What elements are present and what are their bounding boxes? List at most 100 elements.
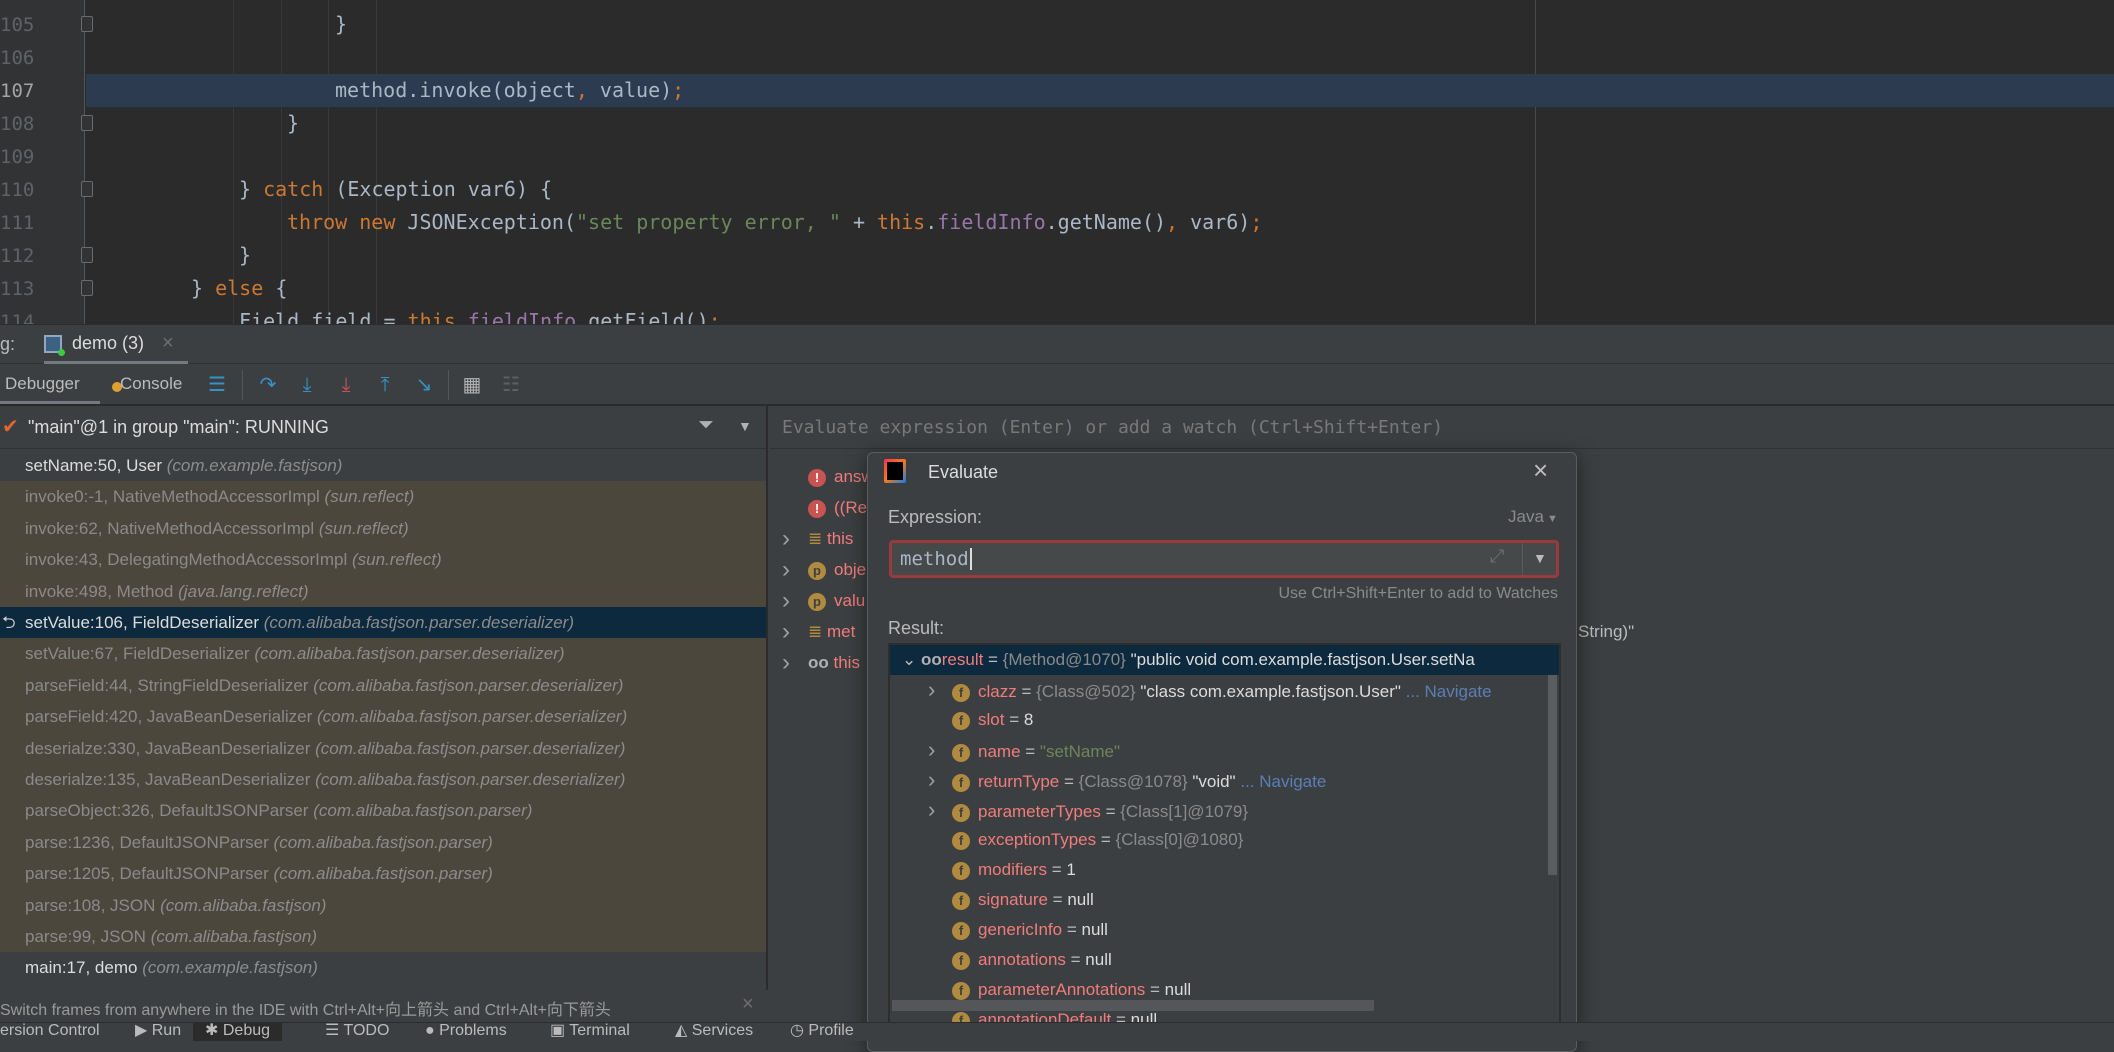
variable-row[interactable]: ! answ (808, 461, 874, 492)
frame-package: (sun.reflect) (324, 487, 415, 507)
trace-stream-icon[interactable]: ☷ (500, 373, 522, 397)
fold-marker-icon[interactable] (81, 16, 93, 32)
field-row[interactable]: f signature = null (890, 885, 1559, 915)
field-row[interactable]: › f name = "setName" (890, 735, 1559, 765)
code-line: } catch (Exception var6) { (86, 173, 2114, 206)
expand-chevron-icon[interactable]: › (928, 765, 952, 795)
field-row[interactable]: f annotations = null (890, 945, 1559, 975)
expand-chevron-icon[interactable]: › (782, 525, 790, 553)
history-dropdown-icon[interactable]: ▼ (1533, 550, 1547, 566)
line-number: 114 (0, 311, 35, 324)
dropdown-icon[interactable]: ▼ (738, 418, 752, 434)
stack-frame[interactable]: parseObject:326, DefaultJSONParser (com.… (0, 795, 766, 827)
stack-frame[interactable]: parseField:44, StringFieldDeserializer (… (0, 669, 766, 702)
tab-console[interactable]: Console (110, 364, 190, 404)
field-row[interactable]: f exceptionTypes = {Class[0]@1080} (890, 825, 1559, 855)
expand-chevron-icon[interactable]: › (782, 618, 790, 646)
field-row[interactable]: f modifiers = 1 (890, 855, 1559, 885)
stack-frame[interactable]: ⮌ setValue:106, FieldDeserializer (com.al… (0, 607, 766, 639)
frames-list: setName:50, User (com.example.fastjson) i… (0, 450, 766, 1006)
result-row[interactable]: ⌄ ooresult = {Method@1070} "public void … (890, 645, 1559, 675)
code-line: throw new JSONException("set property er… (86, 206, 2114, 239)
field-row[interactable]: f genericInfo = null (890, 915, 1559, 945)
field-row[interactable]: › f clazz = {Class@502} "class com.example… (890, 675, 1559, 705)
field-row[interactable]: f slot = 8 (890, 705, 1559, 735)
variable-row[interactable]: ! ((Re (808, 492, 867, 523)
watch-placeholder: Evaluate expression (Enter) or add a wat… (782, 417, 1444, 438)
stack-frame[interactable]: deserialze:330, JavaBeanDeserializer (co… (0, 732, 766, 764)
fold-marker-icon[interactable] (81, 181, 93, 197)
expand-chevron-icon[interactable]: › (928, 735, 952, 765)
expand-chevron-icon[interactable]: › (782, 587, 790, 615)
close-tab-icon[interactable]: × (162, 332, 174, 355)
expand-chevron-icon[interactable]: › (782, 649, 790, 677)
session-tab[interactable]: demo (3) × (44, 325, 188, 365)
tool-window-terminal[interactable]: ▣ Terminal (550, 1023, 630, 1041)
expand-chevron-icon[interactable]: › (782, 556, 790, 584)
navigate-link[interactable]: ... Navigate (1406, 682, 1492, 701)
fold-marker-icon[interactable] (81, 247, 93, 263)
tab-debugger[interactable]: Debugger (0, 364, 100, 404)
step-out-icon[interactable]: ⤒ (374, 373, 396, 397)
evaluate-expression-icon[interactable]: ▦ (461, 373, 483, 397)
stack-frame[interactable]: parse:99, JSON (com.alibaba.fastjson) (0, 921, 766, 953)
stack-frame[interactable]: parse:1236, DefaultJSONParser (com.aliba… (0, 826, 766, 859)
force-step-into-icon[interactable]: ⤓ (335, 373, 357, 397)
expand-icon[interactable]: ⤢ (1490, 546, 1504, 567)
code-editor[interactable]: 105 106 107 108 109 110 111 112 113 114 } method.i… (0, 0, 2114, 324)
step-over-icon[interactable]: ↷ (257, 373, 279, 397)
variable-row[interactable]: ≣ this (808, 523, 853, 554)
stack-frame[interactable]: parse:108, JSON (com.alibaba.fastjson) (0, 889, 766, 921)
thread-selector[interactable]: ✔ "main"@1 in group "main": RUNNING ⏷ ▼ (0, 406, 766, 449)
close-tip-icon[interactable]: × (742, 993, 754, 1016)
stack-frame[interactable]: parse:1205, DefaultJSONParser (com.aliba… (0, 858, 766, 890)
run-to-cursor-icon[interactable]: ↘ (413, 373, 435, 397)
debug-tool-window-header: g: demo (3) × (0, 324, 2114, 365)
tool-window-debug[interactable]: ✱ Debug (193, 1023, 283, 1041)
fold-marker-icon[interactable] (81, 280, 93, 296)
tool-window-ersion-control[interactable]: ersion Control (0, 1023, 100, 1041)
language-selector[interactable]: Java ▼ (1508, 507, 1558, 527)
stack-frame[interactable]: setName:50, User (com.example.fastjson) (0, 450, 766, 481)
variable-name: obje (834, 560, 867, 579)
expand-chevron-icon[interactable]: › (928, 675, 952, 705)
close-dialog-icon[interactable]: × (1533, 455, 1548, 486)
field-icon: f (952, 773, 970, 792)
variable-row[interactable]: oo this (808, 647, 860, 678)
stack-frame[interactable]: setValue:67, FieldDeserializer (com.alib… (0, 638, 766, 670)
step-into-icon[interactable]: ⤓ (296, 373, 318, 397)
field-row[interactable]: › f parameterTypes = {Class[1]@1079} (890, 795, 1559, 825)
fold-marker-icon[interactable] (81, 115, 93, 131)
variable-row[interactable]: ≣ met (808, 616, 855, 647)
collapse-chevron-icon[interactable]: ⌄ (902, 650, 921, 669)
tab-console-label: Console (120, 374, 183, 393)
field-row[interactable]: › f returnType = {Class@1078} "void" ... N… (890, 765, 1559, 795)
variable-row[interactable]: p obje (808, 554, 866, 585)
tool-window-run[interactable]: ▶ Run (135, 1023, 181, 1041)
stack-frame[interactable]: invoke:43, DelegatingMethodAccessorImpl … (0, 544, 766, 576)
tool-window-services[interactable]: ◭ Services (675, 1023, 753, 1041)
stack-frame[interactable]: parseField:420, JavaBeanDeserializer (co… (0, 701, 766, 733)
watch-input[interactable]: Evaluate expression (Enter) or add a wat… (770, 406, 2114, 449)
frame-method: parse:1236, DefaultJSONParser (25, 832, 269, 852)
stack-frame[interactable]: invoke:62, NativeMethodAccessorImpl (sun… (0, 512, 766, 545)
horizontal-scrollbar[interactable] (892, 1000, 1374, 1011)
navigate-link[interactable]: ... Navigate (1240, 772, 1326, 791)
expand-chevron-icon[interactable]: › (928, 795, 952, 825)
stack-frame[interactable]: main:17, demo (com.example.fastjson) (0, 952, 766, 983)
code-line: method.invoke(object, value); (86, 74, 2114, 107)
tool-window-profile[interactable]: ◷ Profile (790, 1023, 854, 1041)
stack-frame[interactable]: invoke:498, Method (java.lang.reflect) (0, 575, 766, 607)
stack-frame[interactable]: deserialze:135, JavaBeanDeserializer (co… (0, 764, 766, 796)
stack-frame[interactable]: invoke0:-1, NativeMethodAccessorImpl (su… (0, 481, 766, 513)
tool-window-problems[interactable]: ● Problems (425, 1023, 507, 1041)
variable-row[interactable]: p valu (808, 585, 865, 616)
show-execution-point-icon[interactable]: ☰ (206, 373, 228, 397)
filter-icon[interactable]: ⏷ (698, 414, 714, 437)
intellij-logo-icon (884, 459, 906, 483)
code-token: , (1166, 210, 1191, 234)
tool-window-todo[interactable]: ☰ TODO (325, 1023, 389, 1041)
field-name: clazz (978, 682, 1017, 701)
expression-input[interactable]: method ⤢ ▼ (889, 540, 1559, 578)
